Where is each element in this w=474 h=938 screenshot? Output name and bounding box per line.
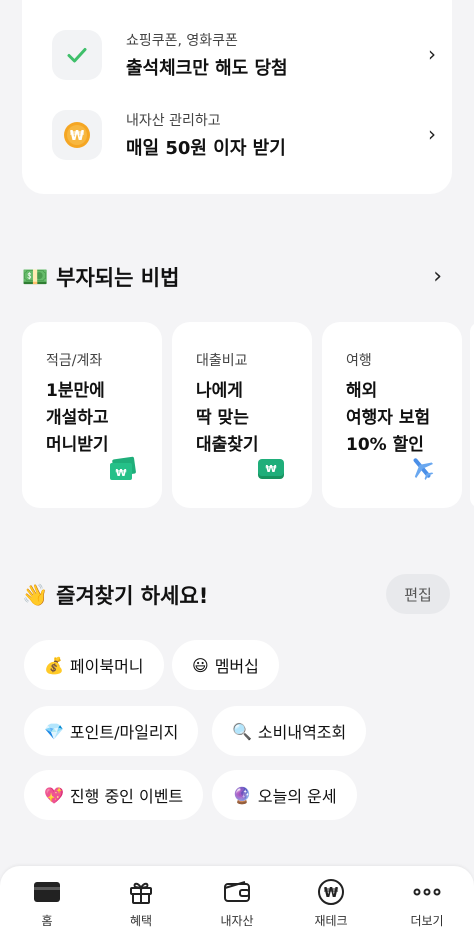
tip-category: 대출비교 bbox=[196, 353, 248, 369]
tab-label: 더보기 bbox=[410, 914, 444, 928]
favorite-chip-events[interactable]: 💖 진행 중인 이벤트 bbox=[24, 770, 204, 820]
tab-label: 재테크 bbox=[314, 914, 348, 928]
tab-label: 홈 bbox=[41, 914, 53, 928]
money-emoji-icon: 💵 bbox=[22, 264, 49, 289]
favorites-section-title-text: 즐겨찾기 하세요! bbox=[56, 584, 209, 608]
svg-text:₩: ₩ bbox=[70, 129, 85, 144]
heart-icon: 💖 bbox=[44, 785, 64, 805]
waving-hand-icon: 👋 bbox=[22, 582, 49, 607]
favorites-section-title: 👋 즐겨찾기 하세요! bbox=[22, 580, 208, 610]
promo-card: 쇼핑쿠폰, 영화쿠폰 출석체크만 해도 당첨 › ₩ 내자산 관리하고 매일 5… bbox=[22, 0, 452, 194]
tab-benefits[interactable]: 혜택 bbox=[94, 878, 188, 929]
tip-card-next[interactable] bbox=[470, 322, 474, 508]
tip-category: 적금/계좌 bbox=[46, 353, 103, 369]
tab-label: 혜택 bbox=[129, 914, 153, 928]
more-dots-icon bbox=[413, 878, 441, 906]
magnifier-icon: 🔍 bbox=[232, 721, 252, 741]
check-icon bbox=[52, 30, 102, 80]
favorite-chip-fortune[interactable]: 🔮 오늘의 운세 bbox=[212, 770, 357, 820]
daily-interest-promo[interactable]: ₩ 내자산 관리하고 매일 50원 이자 받기 › bbox=[52, 106, 444, 166]
smiley-icon: 😃 bbox=[192, 655, 209, 675]
chip-label: 소비내역조회 bbox=[257, 723, 347, 742]
chip-label: 페이북머니 bbox=[69, 657, 144, 676]
promo-subtitle: 쇼핑쿠폰, 영화쿠폰 bbox=[126, 33, 238, 49]
promo-title: 출석체크만 해도 당첨 bbox=[126, 58, 288, 79]
bottom-tab-bar: 홈 혜택 내자산 ₩ 재테크 더보기 bbox=[0, 866, 474, 938]
tip-category: 여행 bbox=[346, 353, 372, 369]
wallet-icon bbox=[223, 878, 251, 906]
chevron-right-icon[interactable]: › bbox=[433, 264, 442, 289]
promo-subtitle: 내자산 관리하고 bbox=[126, 113, 221, 129]
tip-card-travel[interactable]: 여행 해외 여행자 보험 10% 할인 bbox=[322, 322, 462, 508]
svg-text:₩: ₩ bbox=[265, 464, 276, 475]
chevron-right-icon: › bbox=[428, 122, 436, 146]
svg-text:₩: ₩ bbox=[324, 886, 339, 901]
tip-text: 1분만에 개설하고 머니받기 bbox=[46, 381, 109, 455]
won-circle-icon: ₩ bbox=[317, 878, 345, 906]
won-coin-icon: ₩ bbox=[52, 110, 102, 160]
tip-text: 나에게 딱 맞는 대출찾기 bbox=[196, 381, 259, 455]
edit-favorites-button[interactable]: 편집 bbox=[386, 574, 450, 614]
card-icon bbox=[33, 878, 61, 906]
chip-label: 멤버십 bbox=[214, 657, 259, 676]
tips-section-title-text: 부자되는 비법 bbox=[56, 266, 180, 290]
favorite-chip-points[interactable]: 💎 포인트/마일리지 bbox=[24, 706, 199, 756]
promo-title: 매일 50원 이자 받기 bbox=[126, 138, 286, 159]
gem-icon: 💎 bbox=[44, 721, 64, 741]
chip-label: 진행 중인 이벤트 bbox=[69, 787, 184, 806]
money-bag-icon: 💰 bbox=[44, 655, 64, 675]
attendance-check-promo[interactable]: 쇼핑쿠폰, 영화쿠폰 출석체크만 해도 당첨 › bbox=[52, 26, 444, 86]
chip-label: 오늘의 운세 bbox=[257, 787, 337, 806]
favorite-chip-membership[interactable]: 😃 멤버십 bbox=[172, 640, 279, 690]
tip-card-savings[interactable]: 적금/계좌 1분만에 개설하고 머니받기 ₩ bbox=[22, 322, 162, 508]
tab-my-assets[interactable]: 내자산 bbox=[190, 878, 284, 929]
airplane-icon bbox=[408, 454, 436, 486]
svg-text:₩: ₩ bbox=[115, 468, 126, 479]
tab-more[interactable]: 더보기 bbox=[380, 878, 474, 929]
favorite-chip-paybook-money[interactable]: 💰 페이북머니 bbox=[24, 640, 164, 690]
money-bills-icon: ₩ bbox=[108, 456, 136, 486]
tab-investment[interactable]: ₩ 재테크 bbox=[284, 878, 378, 929]
crystal-ball-icon: 🔮 bbox=[232, 785, 252, 805]
tip-text: 해외 여행자 보험 10% 할인 bbox=[346, 381, 431, 455]
tip-card-loan[interactable]: 대출비교 나에게 딱 맞는 대출찾기 ₩ bbox=[172, 322, 312, 508]
gift-icon bbox=[128, 878, 154, 906]
money-stack-icon: ₩ bbox=[256, 456, 286, 486]
favorite-chip-spending-history[interactable]: 🔍 소비내역조회 bbox=[212, 706, 367, 756]
chevron-right-icon: › bbox=[428, 42, 436, 66]
tab-home[interactable]: 홈 bbox=[0, 878, 94, 929]
chip-label: 포인트/마일리지 bbox=[69, 723, 179, 742]
tab-label: 내자산 bbox=[220, 914, 254, 928]
tips-section-title[interactable]: 💵 부자되는 비법 bbox=[22, 262, 179, 292]
